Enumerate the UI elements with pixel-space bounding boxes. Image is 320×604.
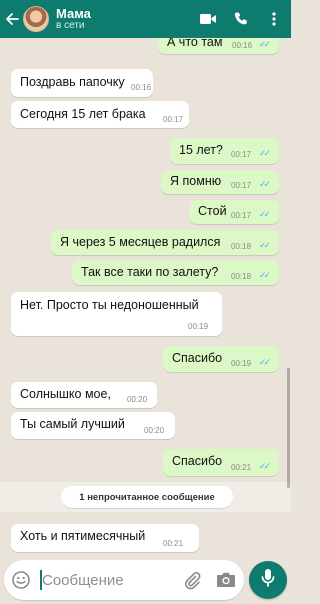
message-bubble-incoming[interactable]: Солнышко мое, 00:20 — [11, 382, 157, 408]
message-text: Стой — [198, 204, 227, 218]
message-text: А что там — [167, 38, 223, 49]
message-bubble-outgoing[interactable]: А что там 00:16 ✓✓ — [158, 38, 279, 54]
message-time: 00:19 — [188, 322, 209, 331]
read-receipt-icon: ✓✓ — [259, 209, 271, 219]
message-text: Спасибо — [172, 454, 223, 468]
contact-name: Мама — [56, 5, 91, 21]
read-receipt-icon: ✓✓ — [259, 179, 271, 189]
video-call-icon[interactable] — [199, 10, 217, 28]
phone-icon[interactable] — [232, 10, 250, 28]
message-text: Я через 5 месяцев радился — [60, 235, 221, 249]
message-time: 00:17 — [231, 211, 252, 220]
message-text: Так все таки по залету? — [81, 265, 219, 279]
message-text: Нет. Просто ты недоношенный — [20, 298, 199, 312]
read-receipt-icon: ✓✓ — [259, 357, 271, 367]
message-bubble-incoming[interactable]: Хоть и пятимесячный 00:21 — [11, 524, 199, 552]
message-bubble-outgoing[interactable]: Стой 00:17 ✓✓ — [189, 200, 279, 224]
message-text: Ты самый лучший — [20, 417, 125, 431]
message-time: 00:21 — [231, 463, 252, 472]
message-time: 00:17 — [231, 181, 252, 190]
message-bubble-outgoing[interactable]: Спасибо 00:19 ✓✓ — [163, 346, 279, 372]
attach-icon[interactable] — [182, 570, 202, 590]
read-receipt-icon: ✓✓ — [259, 148, 271, 158]
message-composer — [4, 560, 244, 600]
message-time: 00:20 — [144, 426, 165, 435]
message-input[interactable] — [42, 569, 172, 591]
unread-messages-badge: 1 непрочитанное сообщение — [61, 486, 233, 508]
emoji-icon[interactable] — [11, 570, 31, 590]
unread-divider: 1 непрочитанное сообщение — [0, 482, 291, 512]
read-receipt-icon: ✓✓ — [259, 39, 271, 49]
message-bubble-incoming[interactable]: Поздравь папочку 00:16 — [11, 69, 153, 97]
message-bubble-outgoing[interactable]: Я через 5 месяцев радился 00:18 ✓✓ — [51, 230, 279, 255]
chat-header: Мама в сети — [0, 0, 291, 38]
message-time: 00:16 — [232, 41, 253, 50]
message-list[interactable]: А что там 00:16 ✓✓ Поздравь папочку 00:1… — [0, 38, 291, 560]
message-time: 00:20 — [127, 395, 148, 404]
message-text: Спасибо — [172, 351, 223, 365]
contact-info[interactable]: Мама в сети — [56, 7, 91, 31]
message-bubble-outgoing[interactable]: Спасибо 00:21 ✓✓ — [163, 449, 279, 476]
message-time: 00:16 — [131, 83, 152, 92]
message-bubble-outgoing[interactable]: 15 лет? 00:17 ✓✓ — [170, 138, 279, 164]
message-text: Я помню — [170, 174, 222, 188]
message-text: Сегодня 15 лет брака — [20, 107, 146, 121]
message-bubble-outgoing[interactable]: Так все таки по залету? 00:18 ✓✓ — [72, 260, 279, 285]
back-arrow-icon[interactable] — [3, 0, 21, 38]
message-time: 00:17 — [163, 115, 184, 124]
message-text: 15 лет? — [179, 143, 223, 157]
read-receipt-icon: ✓✓ — [259, 240, 271, 250]
camera-icon[interactable] — [215, 570, 237, 590]
contact-avatar[interactable] — [23, 6, 49, 32]
read-receipt-icon: ✓✓ — [259, 461, 271, 471]
mic-icon — [261, 568, 275, 593]
message-time: 00:18 — [231, 242, 252, 251]
message-bubble-incoming[interactable]: Ты самый лучший 00:20 — [11, 412, 175, 439]
message-bubble-outgoing[interactable]: Я помню 00:17 ✓✓ — [161, 170, 279, 194]
message-time: 00:18 — [231, 272, 252, 281]
message-time: 00:21 — [163, 539, 184, 548]
message-bubble-incoming[interactable]: Сегодня 15 лет брака 00:17 — [11, 101, 189, 128]
scrollbar[interactable] — [287, 368, 290, 488]
message-time: 00:17 — [231, 150, 252, 159]
more-vert-icon[interactable] — [265, 10, 283, 28]
read-receipt-icon: ✓✓ — [259, 270, 271, 280]
contact-status: в сети — [56, 19, 85, 31]
message-text: Поздравь папочку — [20, 75, 125, 89]
message-bubble-incoming[interactable]: Нет. Просто ты недоношенный 00:19 — [11, 292, 222, 336]
message-text: Солнышко мое, — [20, 387, 111, 401]
mic-button[interactable] — [249, 561, 287, 599]
message-time: 00:19 — [231, 359, 252, 368]
message-text: Хоть и пятимесячный — [20, 529, 146, 543]
